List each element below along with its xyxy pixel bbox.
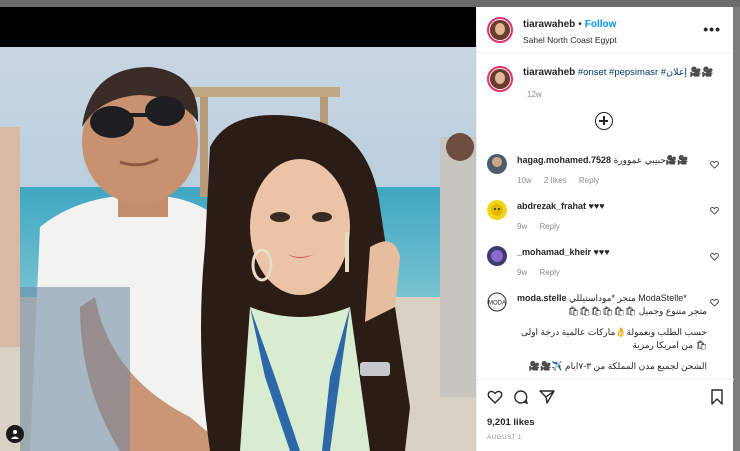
commenter-username[interactable]: _mohamad_kheir [517, 247, 591, 257]
separator-dot: • [578, 19, 582, 30]
post-photo-area [0, 7, 476, 451]
comment-text: حبيبي عموورة🎥🎥 [613, 155, 689, 165]
more-options-icon[interactable]: ••• [703, 21, 721, 37]
commenter-avatar[interactable] [487, 246, 507, 266]
comment-time[interactable]: 10w [517, 176, 532, 185]
comment-text-line1: متجر *موداستيللي ModaStelle* [569, 293, 687, 303]
svg-text:MODA: MODA [488, 301, 506, 307]
caption-hashtags[interactable]: #onset #pepsimasr #إعلان 🎥🎥 [578, 67, 713, 78]
viewport: tiarawaheb • Follow Sahel North Coast Egyp… [0, 0, 740, 451]
comment-item: abdrezak_frahat ♥♥♥ 9w Reply [487, 200, 727, 233]
share-plane-icon[interactable] [539, 389, 555, 405]
caption-time[interactable]: 12w [527, 90, 724, 99]
author-username[interactable]: tiarawaheb [523, 19, 575, 30]
caption-avatar[interactable] [487, 66, 513, 92]
reply-button[interactable]: Reply [579, 176, 599, 185]
commenter-username[interactable]: moda.stelle [517, 293, 567, 303]
top-dark-band [0, 0, 740, 7]
post-actions: 9,201 likes AUGUST 1 [477, 379, 734, 451]
comment-item: _mohamad_kheir ♥♥♥ 9w Reply [487, 246, 727, 279]
post-date[interactable]: AUGUST 1 [487, 434, 522, 441]
comment-bubble-icon[interactable] [513, 389, 529, 405]
like-comment-heart-icon[interactable] [710, 160, 719, 169]
header-text: tiarawaheb • Follow Sahel North Coast Egyp… [523, 14, 617, 45]
commenter-avatar[interactable] [487, 154, 507, 174]
likes-count[interactable]: 9,201 likes [487, 417, 535, 428]
load-more-comments-icon[interactable] [595, 112, 613, 130]
bookmark-icon[interactable] [710, 389, 724, 405]
comment-likes[interactable]: 2 likes [544, 176, 567, 185]
comment-text: ♥♥♥ [593, 247, 610, 257]
comment-text-line4: الشحن لجميع مدن المملكة من ٣-٧ايام ✈️🎥🎥 [528, 361, 707, 371]
comment-time[interactable]: 9w [517, 222, 527, 231]
comment-text-line2: متجر متنوع وجميل 🛍🛍🛍🛍🛍🛍 [567, 306, 707, 316]
post-image-illustration [0, 47, 476, 451]
commenter-avatar[interactable] [487, 200, 507, 220]
like-comment-heart-icon[interactable] [710, 206, 719, 215]
post-side-panel: tiarawaheb • Follow Sahel North Coast Egyp… [476, 7, 734, 451]
comment-text: ♥♥♥ [588, 201, 605, 211]
post-photo[interactable] [0, 47, 476, 451]
like-comment-heart-icon[interactable] [710, 252, 719, 261]
comment-text-line3: حسب الطلب وبعمولة👌ماركات عالمية درجة اول… [520, 327, 707, 350]
comment-time[interactable]: 9w [517, 268, 527, 277]
commenter-username[interactable]: hagag.mohamed.7528 [517, 155, 611, 165]
reply-button[interactable]: Reply [539, 222, 559, 231]
user-tag-icon[interactable] [6, 425, 24, 443]
caption: tiarawaheb #onset #pepsimasr #إعلان 🎥🎥 1… [477, 54, 734, 100]
like-heart-icon[interactable] [487, 389, 503, 405]
commenter-avatar[interactable]: MODA [487, 292, 507, 312]
comment-item: MODA moda.stelle متجر *موداستيللي ModaSt… [487, 292, 727, 373]
comment-item: hagag.mohamed.7528 حبيبي عموورة🎥🎥 10w 2 … [487, 154, 727, 187]
location-link[interactable]: Sahel North Coast Egypt [523, 35, 617, 45]
reply-button[interactable]: Reply [539, 268, 559, 277]
follow-button[interactable]: Follow [585, 19, 617, 30]
author-avatar[interactable] [487, 16, 513, 43]
caption-username[interactable]: tiarawaheb [523, 67, 575, 78]
post-header: tiarawaheb • Follow Sahel North Coast Egyp… [477, 7, 733, 53]
commenter-username[interactable]: abdrezak_frahat [517, 201, 586, 211]
like-comment-heart-icon[interactable] [710, 298, 719, 307]
comments-list[interactable]: tiarawaheb #onset #pepsimasr #إعلان 🎥🎥 1… [477, 54, 734, 376]
